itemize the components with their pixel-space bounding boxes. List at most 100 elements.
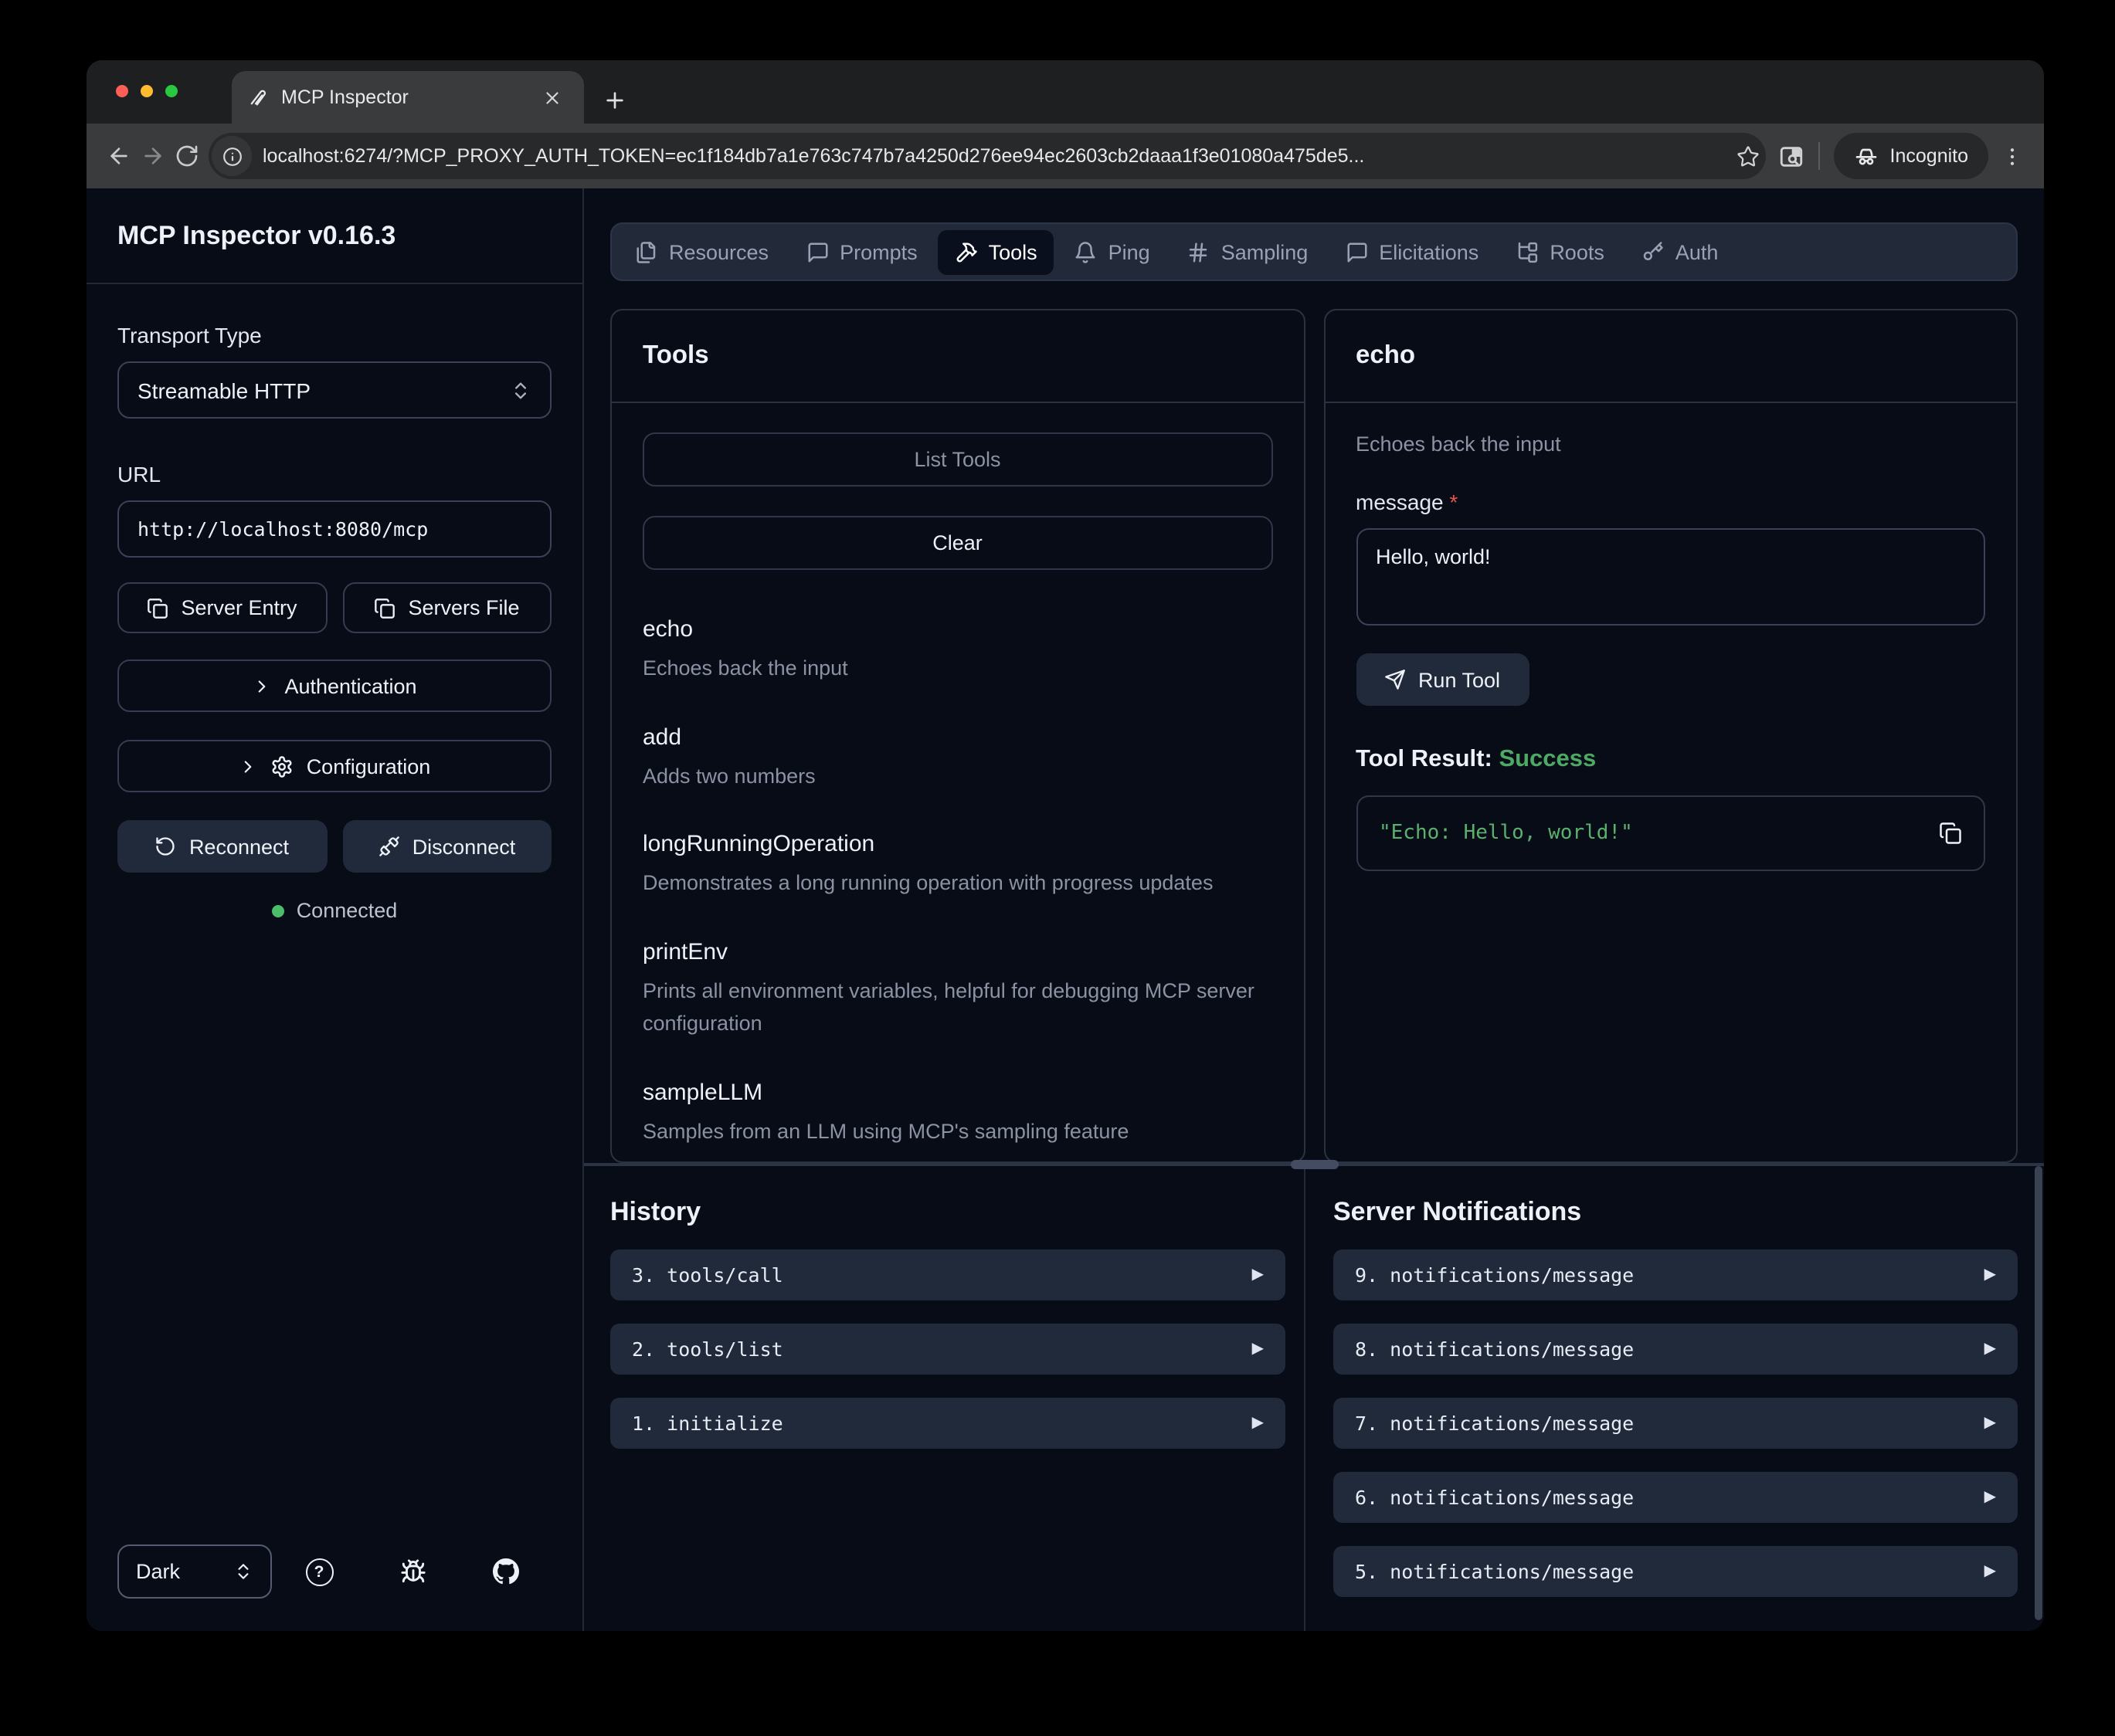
expand-arrow-icon[interactable]: ▶ [1984,1266,1996,1283]
tool-description: Adds two numbers [643,759,1272,792]
nav-tab[interactable]: Auth [1624,229,1736,274]
server-entry-button[interactable]: Server Entry [117,582,327,633]
expand-arrow-icon[interactable]: ▶ [1252,1266,1264,1283]
nav-tab[interactable]: Elicitations [1328,229,1495,274]
address-bar[interactable]: localhost:6274/?MCP_PROXY_AUTH_TOKEN=ec1… [209,133,1767,179]
notification-item[interactable]: 5. notifications/message ▶ [1333,1546,2018,1597]
clear-button[interactable]: Clear [643,516,1272,570]
copy-icon [147,597,168,619]
nav-tab[interactable]: Sampling [1170,229,1326,274]
nav-tab-label: Resources [669,240,769,263]
reconnect-button[interactable]: Reconnect [117,820,327,873]
history-item[interactable]: 2. tools/list ▶ [610,1324,1285,1375]
bug-report-icon[interactable] [399,1558,426,1585]
tool-list-item[interactable]: add Adds two numbers [643,724,1272,792]
notification-item[interactable]: 9. notifications/message ▶ [1333,1249,2018,1300]
minimize-window-button[interactable] [141,85,153,97]
notification-item-label: 6. notifications/message [1355,1486,1984,1509]
run-tool-button[interactable]: Run Tool [1356,653,1529,706]
github-icon[interactable] [492,1558,518,1585]
server-entry-label: Server Entry [181,596,297,619]
url-text[interactable]: localhost:6274/?MCP_PROXY_AUTH_TOKEN=ec1… [263,145,1726,167]
horizontal-splitter[interactable] [584,1163,2044,1166]
server-url-input[interactable]: http://localhost:8080/mcp [117,500,552,558]
servers-file-button[interactable]: Servers File [342,582,552,633]
transport-type-select[interactable]: Streamable HTTP [117,361,552,419]
history-panel: History 3. tools/call ▶ 2. tools/list ▶ … [584,1166,1305,1631]
site-info-button[interactable] [212,136,252,176]
expand-arrow-icon[interactable]: ▶ [1984,1341,1996,1358]
tool-list-item[interactable]: sampleLLM Samples from an LLM using MCP'… [643,1079,1272,1148]
notification-item-label: 8. notifications/message [1355,1338,1984,1361]
param-name: message [1356,490,1444,514]
copy-result-icon[interactable] [1939,822,1962,845]
reload-button[interactable] [175,144,199,168]
tool-description: Prints all environment variables, helpfu… [643,974,1272,1040]
back-button[interactable] [107,144,131,168]
tool-name[interactable]: sampleLLM [643,1079,1272,1105]
sidebar: MCP Inspector v0.16.3 Transport Type Str… [87,188,584,1631]
nav-tab-icon [1641,240,1665,263]
scrollbar-thumb[interactable] [2035,1166,2042,1620]
splitter-grip[interactable] [1290,1160,1338,1169]
browser-menu-icon[interactable] [2001,144,2024,168]
mcp-logo-icon [247,86,269,108]
nav-tab[interactable]: Prompts [789,229,935,274]
help-icon[interactable]: ? [305,1558,333,1585]
transport-type-label: Transport Type [117,323,552,348]
status-dot [272,904,284,917]
new-tab-button[interactable] [603,88,627,113]
history-item[interactable]: 1. initialize ▶ [610,1398,1285,1449]
tool-list-item[interactable]: printEnv Prints all environment variable… [643,938,1272,1040]
list-tools-button[interactable]: List Tools [643,432,1272,487]
incognito-label: Incognito [1890,145,1968,167]
browser-tab[interactable]: MCP Inspector [232,71,584,124]
close-window-button[interactable] [116,85,128,97]
notification-item[interactable]: 8. notifications/message ▶ [1333,1324,2018,1375]
expand-arrow-icon[interactable]: ▶ [1984,1415,1996,1432]
disconnect-button[interactable]: Disconnect [342,820,552,873]
configuration-button[interactable]: Configuration [117,740,552,792]
main-area: Resources Prompts Tools Ping Sampling [584,188,2044,1631]
status-label: Connected [297,899,398,922]
nav-tab-icon [1345,240,1368,263]
transport-type-value: Streamable HTTP [137,378,311,402]
nav-tab[interactable]: Resources [618,229,786,274]
expand-arrow-icon[interactable]: ▶ [1252,1341,1264,1358]
maximize-window-button[interactable] [165,85,178,97]
side-panel-icon[interactable] [1779,143,1805,169]
browser-window: MCP Inspector localhost:6274/?MCP_PROXY_… [87,60,2044,1631]
expand-arrow-icon[interactable]: ▶ [1984,1489,1996,1506]
tool-name[interactable]: longRunningOperation [643,831,1272,857]
history-item[interactable]: 3. tools/call ▶ [610,1249,1285,1300]
nav-tab[interactable]: Tools [938,229,1054,274]
expand-arrow-icon[interactable]: ▶ [1252,1415,1264,1432]
forward-button[interactable] [141,144,165,168]
tool-list-item[interactable]: echo Echoes back the input [643,616,1272,685]
incognito-icon [1855,144,1879,168]
nav-tab[interactable]: Ping [1058,229,1167,274]
incognito-badge: Incognito [1835,133,1988,179]
tool-name[interactable]: echo [643,616,1272,643]
tool-list-item[interactable]: longRunningOperation Demonstrates a long… [643,831,1272,900]
expand-arrow-icon[interactable]: ▶ [1984,1563,1996,1580]
tool-name[interactable]: add [643,724,1272,750]
bookmark-star-icon[interactable] [1737,144,1760,168]
nav-tabs: Resources Prompts Tools Ping Sampling [610,222,2018,281]
nav-tab[interactable]: Roots [1499,229,1621,274]
history-item-label: 3. tools/call [632,1263,1252,1287]
chevron-right-icon [239,756,259,776]
nav-tab-label: Ping [1108,240,1150,263]
param-label: message * [1356,490,1985,514]
nav-tab-label: Sampling [1221,240,1309,263]
notification-item[interactable]: 6. notifications/message ▶ [1333,1472,2018,1523]
tool-result-status: Success [1499,746,1596,772]
theme-select[interactable]: Dark [117,1544,272,1599]
window-controls[interactable] [116,85,178,97]
connection-status: Connected [117,899,552,922]
authentication-button[interactable]: Authentication [117,659,552,712]
message-input[interactable]: Hello, world! [1356,528,1985,626]
close-tab-icon[interactable] [536,84,569,110]
notification-item[interactable]: 7. notifications/message ▶ [1333,1398,2018,1449]
tool-name[interactable]: printEnv [643,938,1272,965]
